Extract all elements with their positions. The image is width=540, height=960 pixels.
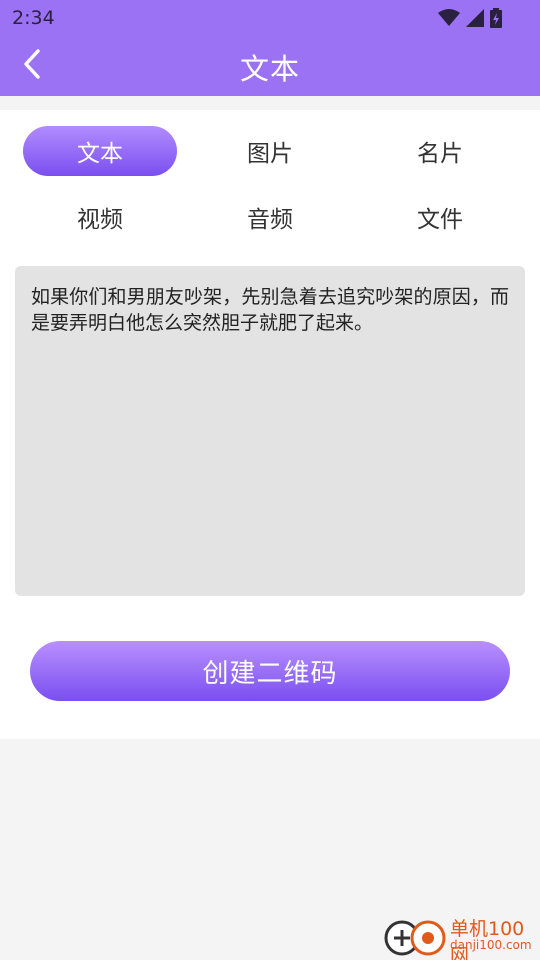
watermark: 单机100网 danji100.com <box>384 914 536 960</box>
page-title: 文本 <box>239 52 300 86</box>
status-icons <box>438 8 502 28</box>
tab-audio[interactable]: 音频 <box>193 192 347 242</box>
tab-video[interactable]: 视频 <box>23 192 177 242</box>
watermark-logo-icon <box>384 916 446 960</box>
create-qrcode-button[interactable]: 创建二维码 <box>30 641 510 701</box>
tab-text[interactable]: 文本 <box>23 126 177 176</box>
battery-icon <box>490 8 502 28</box>
tab-image[interactable]: 图片 <box>193 126 347 176</box>
tab-business-card[interactable]: 名片 <box>363 126 517 176</box>
watermark-url: danji100.com <box>450 938 532 952</box>
app-header: 2:34 文本 <box>0 0 540 96</box>
tab-file[interactable]: 文件 <box>363 192 517 242</box>
text-input-area[interactable]: 如果你们和男朋友吵架，先别急着去追究吵架的原因，而是要弄明白他怎么突然胆子就肥了… <box>15 266 525 596</box>
wifi-icon <box>438 9 460 27</box>
watermark-text: 单机100网 <box>450 918 525 960</box>
signal-icon <box>466 9 484 27</box>
main-panel: 文本 图片 名片 视频 音频 文件 如果你们和男朋友吵架，先别急着去追究吵架的原… <box>0 110 540 739</box>
status-time: 2:34 <box>12 7 55 29</box>
